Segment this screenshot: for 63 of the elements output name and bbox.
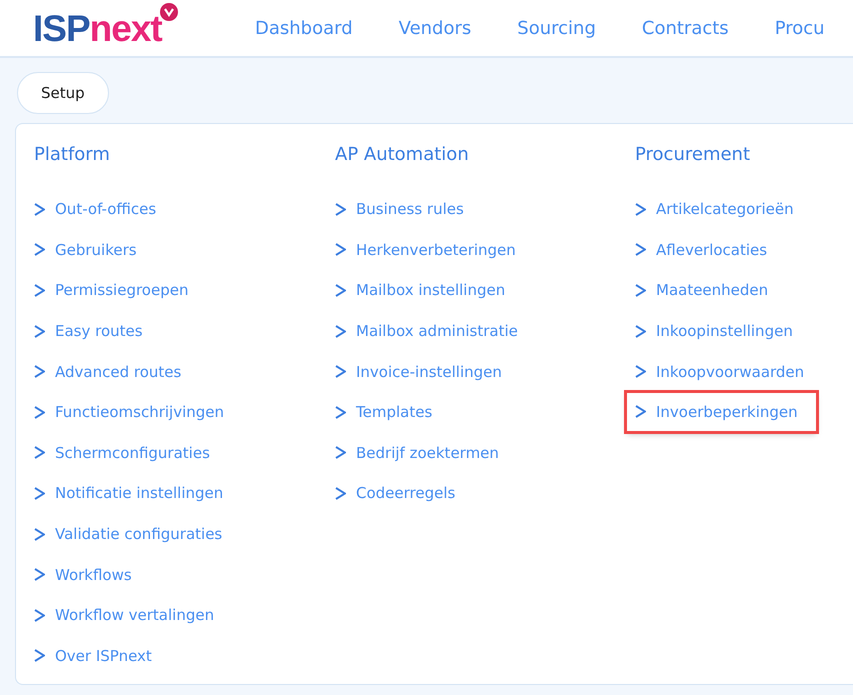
chevron-icon xyxy=(34,324,45,338)
chevron-icon xyxy=(34,406,45,419)
menu-link[interactable]: Afleverlocaties xyxy=(635,230,768,270)
chevron-icon xyxy=(335,202,346,216)
menu-link[interactable]: Artikelcategorieën xyxy=(635,189,794,230)
chevron-icon xyxy=(34,243,45,256)
chevron-icon xyxy=(34,568,45,582)
menu-link[interactable]: Invoerbeperkingen xyxy=(627,392,816,431)
section-title: AP Automation xyxy=(335,144,470,165)
menu-link[interactable]: Workflows xyxy=(34,554,132,595)
chevron-icon xyxy=(635,405,646,418)
chevron-icon xyxy=(335,406,346,419)
chevron-icon xyxy=(335,243,346,256)
menu-link[interactable]: Workflow vertalingen xyxy=(34,594,214,636)
logo-text: next xyxy=(90,10,162,46)
menu-link[interactable]: Mailbox administratie xyxy=(335,310,518,352)
menu-link[interactable]: Herkenverbeteringen xyxy=(335,230,516,270)
nav-link[interactable]: Sourcing xyxy=(517,18,596,38)
menu-link[interactable]: Maateenheden xyxy=(635,270,768,311)
chevron-icon xyxy=(34,202,45,216)
setup-button[interactable]: Setup xyxy=(17,72,109,114)
chevron-icon xyxy=(34,608,45,622)
chevron-icon xyxy=(335,365,346,378)
nav-link[interactable]: Procu xyxy=(774,18,825,38)
nav-link[interactable]: Contracts xyxy=(642,18,729,38)
chevron-icon xyxy=(335,446,346,460)
chevron-icon xyxy=(34,649,45,662)
menu-link[interactable]: Permissiegroepen xyxy=(34,270,188,311)
menu-link[interactable]: Out-of-offices xyxy=(34,189,156,230)
menu-link[interactable]: Schermconfiguraties xyxy=(34,432,210,474)
chevron-icon xyxy=(635,365,646,378)
menu-link[interactable]: Validatie configuraties xyxy=(34,514,222,554)
menu-link[interactable]: Business rules xyxy=(335,189,464,230)
menu-link[interactable]: Inkoopvoorwaarden xyxy=(635,351,804,392)
menu-link[interactable]: Mailbox instellingen xyxy=(335,270,506,311)
nav-link[interactable]: Dashboard xyxy=(255,18,353,38)
menu-link[interactable]: Bedrijf zoektermen xyxy=(335,432,499,474)
section-title: Platform xyxy=(34,144,111,165)
chevron-icon xyxy=(34,486,45,500)
menu-link[interactable]: Invoice-instellingen xyxy=(335,351,502,392)
menu-link[interactable]: Codeerregels xyxy=(335,473,456,514)
chevron-icon xyxy=(335,284,346,297)
menu-link[interactable]: Advanced routes xyxy=(34,351,182,392)
chevron-icon xyxy=(635,284,646,297)
chevron-icon xyxy=(635,324,646,338)
chevron-icon xyxy=(34,365,45,378)
chevron-icon xyxy=(635,243,646,256)
menu-link[interactable]: Inkoopinstellingen xyxy=(635,310,793,352)
menu-link[interactable]: Functieomschrijvingen xyxy=(34,392,224,433)
section-title: Procurement xyxy=(635,144,752,165)
chevron-icon xyxy=(34,446,45,460)
menu-link[interactable]: Gebruikers xyxy=(34,230,137,270)
chevron-icon xyxy=(335,486,346,500)
nav-link[interactable]: Vendors xyxy=(398,18,472,38)
chevron-icon xyxy=(34,284,45,297)
menu-link[interactable]: Over ISPnext xyxy=(34,636,152,676)
chevron-icon xyxy=(34,528,45,541)
logo-text: ISP xyxy=(33,10,90,46)
menu-link[interactable]: Notificatie instellingen xyxy=(34,473,224,514)
chevron-icon xyxy=(635,202,646,216)
menu-link[interactable]: Templates xyxy=(335,392,432,433)
menu-link[interactable]: Easy routes xyxy=(34,310,143,352)
chevron-icon xyxy=(335,324,346,338)
